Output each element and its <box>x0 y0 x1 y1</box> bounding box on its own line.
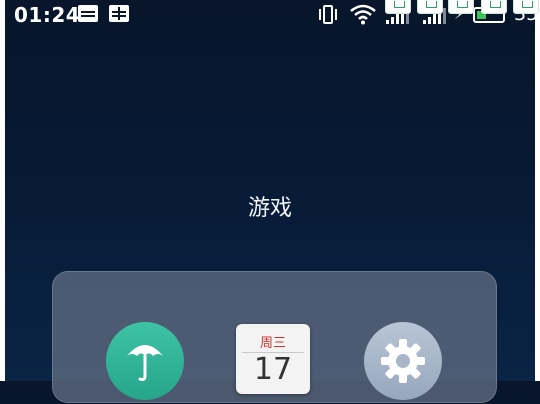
expand-icon[interactable] <box>417 0 443 14</box>
calendar-app[interactable]: 周三 17 <box>236 324 310 404</box>
weather-app[interactable] <box>106 320 186 400</box>
umbrella-icon <box>127 345 163 382</box>
vibrate-icon <box>319 5 337 24</box>
calendar-weekday: 周三 <box>259 336 286 351</box>
gear-icon <box>381 339 425 383</box>
folder-title[interactable]: 游戏 <box>0 190 540 222</box>
settings-app[interactable] <box>364 322 444 402</box>
overlay-toolbar <box>380 0 540 14</box>
settings-icon[interactable] <box>513 0 539 14</box>
news-icon <box>78 5 98 22</box>
book-icon <box>109 5 129 22</box>
wifi-icon <box>350 4 376 25</box>
save-icon[interactable] <box>448 0 474 14</box>
share-icon[interactable] <box>481 0 507 14</box>
calendar-day: 17 <box>253 352 293 387</box>
calendar-card: 周三 17 <box>236 324 310 394</box>
save-icon[interactable] <box>385 0 411 14</box>
status-time: 01:24 <box>14 3 81 27</box>
